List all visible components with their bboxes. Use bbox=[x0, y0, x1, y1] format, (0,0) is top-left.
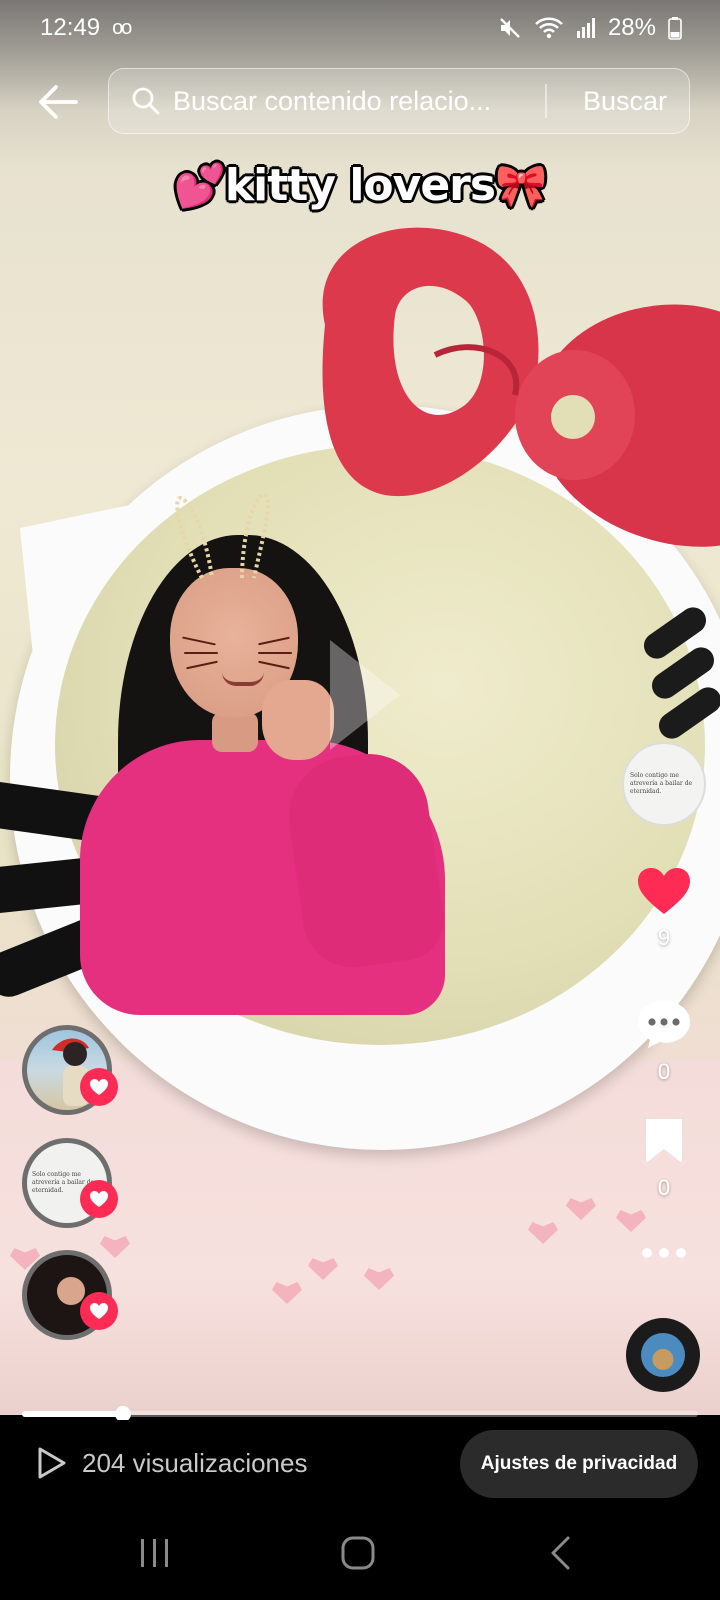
ribbon-emoji: 🎀 bbox=[495, 161, 547, 210]
search-icon bbox=[132, 87, 160, 115]
status-bar: 12:49 oo 28% bbox=[0, 0, 720, 56]
save-count: 0 bbox=[657, 1175, 671, 1200]
mute-icon bbox=[500, 18, 520, 38]
clock: 12:49 bbox=[40, 14, 101, 41]
thumbnail-text: Solo contigo me atrevería a bailar de et… bbox=[630, 772, 693, 795]
whisker bbox=[184, 652, 218, 654]
red-bow-decoration bbox=[322, 227, 720, 547]
video-progress-bar[interactable] bbox=[22, 1406, 698, 1422]
system-navigation-bar bbox=[0, 1510, 720, 1600]
play-outline-icon bbox=[38, 1447, 66, 1479]
nav-back-icon[interactable] bbox=[548, 1535, 572, 1571]
like-button[interactable]: 9 bbox=[632, 866, 696, 951]
heart-icon bbox=[90, 1303, 108, 1319]
status-icons: 28% bbox=[498, 14, 682, 42]
signal-icon bbox=[576, 18, 595, 38]
play-icon bbox=[330, 640, 400, 750]
more-options-icon[interactable] bbox=[642, 1248, 686, 1258]
person-hand bbox=[262, 680, 334, 760]
save-button[interactable]: 0 bbox=[632, 1116, 696, 1201]
home-icon[interactable] bbox=[340, 1535, 376, 1571]
voicemail-icon: oo bbox=[112, 16, 132, 39]
hearts-emoji: 💕 bbox=[173, 161, 226, 210]
heart-icon bbox=[90, 1191, 108, 1207]
search-divider bbox=[545, 84, 547, 118]
views-counter[interactable]: 204 visualizaciones bbox=[36, 1446, 307, 1480]
like-count: 9 bbox=[657, 925, 671, 950]
music-disc[interactable] bbox=[626, 1318, 700, 1392]
dot bbox=[676, 1248, 686, 1258]
heart-icon bbox=[90, 1079, 108, 1095]
video-caption: 💕kitty lovers🎀 bbox=[0, 160, 720, 211]
bunny-ears-filter bbox=[175, 491, 270, 579]
search-input[interactable]: Buscar contenido relacio... bbox=[173, 86, 523, 117]
liker-heart-badge bbox=[80, 1068, 118, 1106]
caption-text: kitty lovers bbox=[224, 160, 496, 211]
battery-icon bbox=[668, 17, 682, 40]
person-neck bbox=[212, 712, 258, 752]
search-button[interactable]: Buscar bbox=[583, 86, 667, 117]
comment-button[interactable]: 0 bbox=[632, 998, 696, 1085]
wifi-icon bbox=[535, 17, 563, 39]
back-arrow-icon[interactable] bbox=[36, 80, 80, 124]
battery-percent: 28% bbox=[607, 14, 656, 41]
views-label: 204 visualizaciones bbox=[82, 1447, 308, 1478]
heart-icon bbox=[638, 868, 690, 914]
dot bbox=[659, 1248, 669, 1258]
whisker bbox=[258, 652, 292, 654]
privacy-settings-button[interactable]: Ajustes de privacidad bbox=[460, 1430, 698, 1498]
liker-heart-badge bbox=[80, 1180, 118, 1218]
music-disc-artwork bbox=[641, 1333, 685, 1377]
recents-icon[interactable] bbox=[138, 1535, 172, 1571]
search-bar[interactable]: Buscar contenido relacio... Buscar bbox=[108, 68, 690, 134]
creator-avatar[interactable]: Solo contigo me atrevería a bailar de et… bbox=[622, 742, 706, 826]
dot bbox=[642, 1248, 652, 1258]
comment-icon bbox=[638, 1001, 690, 1048]
bookmark-icon bbox=[646, 1119, 682, 1163]
comment-count: 0 bbox=[657, 1059, 671, 1084]
liker-heart-badge bbox=[80, 1292, 118, 1330]
progress-fill bbox=[22, 1411, 124, 1417]
